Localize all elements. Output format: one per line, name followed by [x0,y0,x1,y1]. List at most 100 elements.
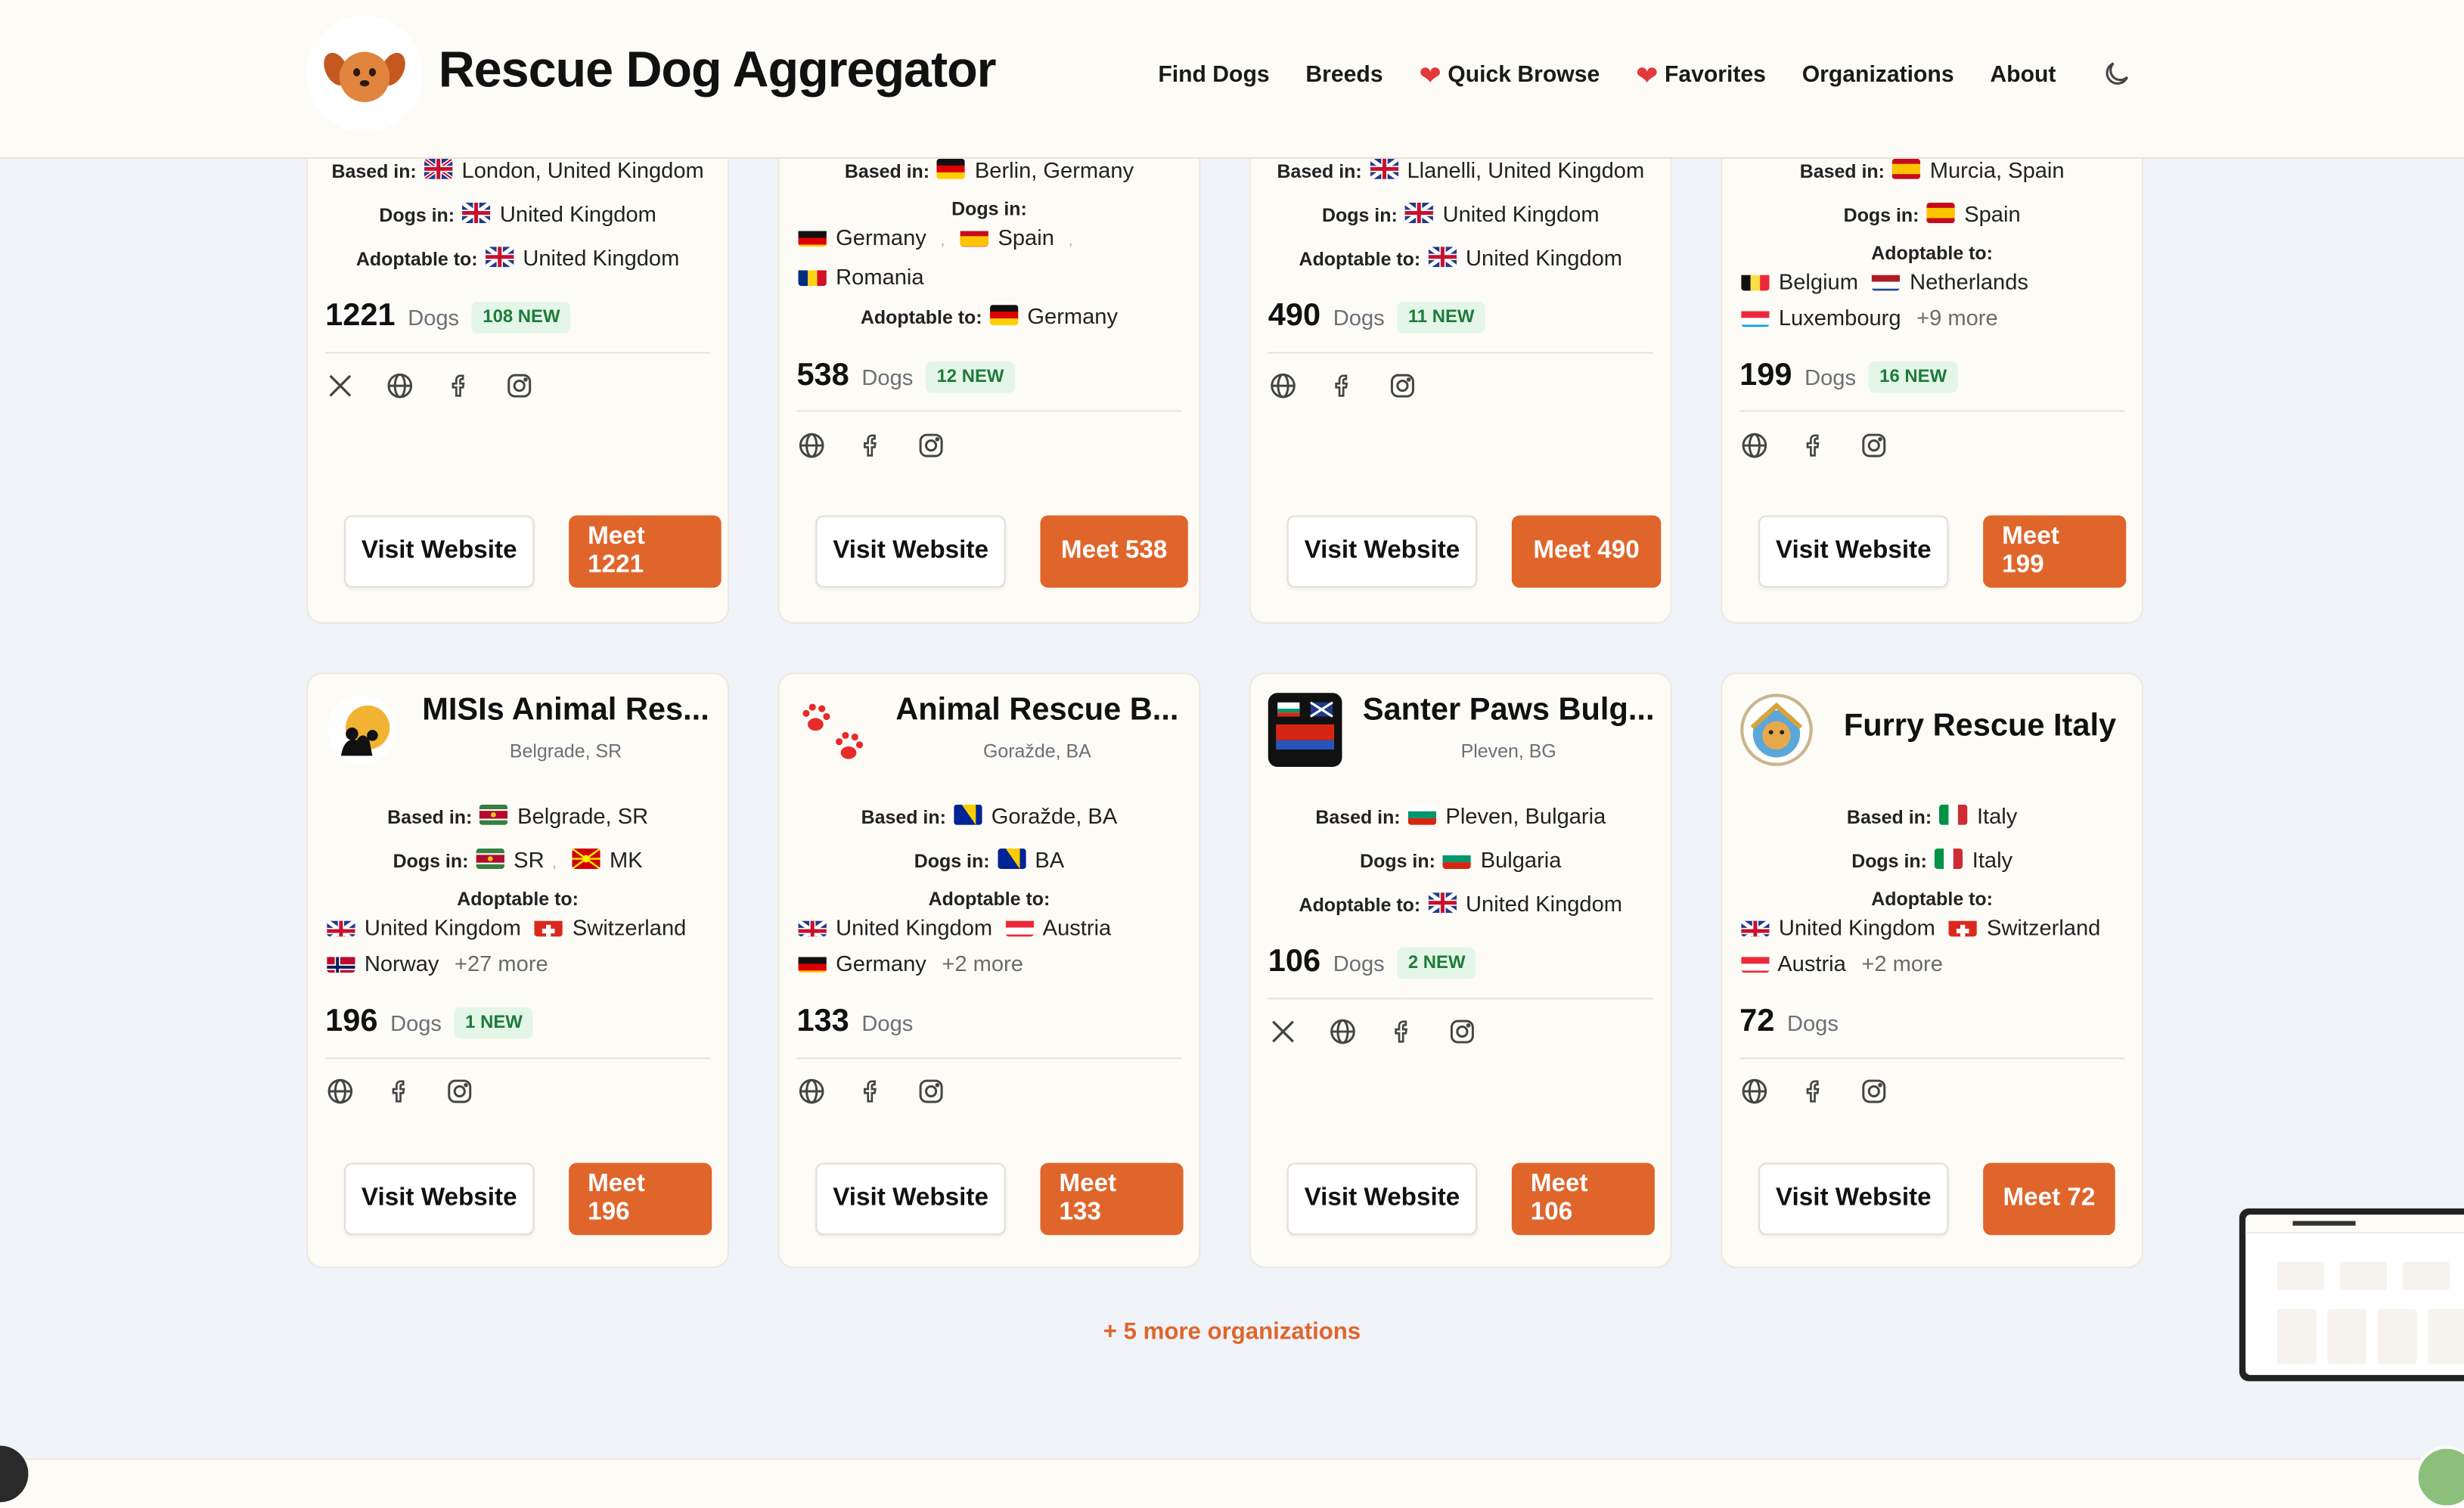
meet-dogs-button[interactable]: Meet 1221 [569,515,722,588]
more-organizations-link[interactable]: + 5 more organizations [0,1318,2464,1345]
meet-dogs-button[interactable]: Meet 490 [1511,515,1662,588]
footer [0,1458,2464,1508]
belgium-flag-icon [1741,270,1770,291]
new-badge: 12 NEW [925,360,1016,393]
visit-website-button[interactable]: Visit Website [1758,1162,1949,1236]
meet-dogs-button[interactable]: Meet 72 [1983,1162,2115,1236]
organization-name[interactable]: Santer Paws Bulg... [1351,693,1666,729]
globe-icon[interactable] [1268,371,1298,400]
instagram-icon[interactable] [504,371,534,400]
screen-preview-thumbnail[interactable] [2239,1208,2464,1382]
facebook-icon[interactable] [1328,371,1358,400]
visit-website-button[interactable]: Visit Website [344,1162,535,1236]
dogs-in: Dogs in: Italy [1851,846,2013,873]
meet-dogs-button[interactable]: Meet 199 [1983,515,2127,588]
facebook-icon[interactable] [856,430,886,460]
new-badge: 2 NEW [1397,946,1477,979]
bosnia-flag-icon [954,804,982,825]
dogs-in: Dogs in: United Kingdom [1322,200,1600,227]
organization-location: Goražde, BA [982,740,1091,762]
facebook-icon[interactable] [856,1076,886,1106]
adoptable-to-list: United Kingdom Switzerland Austria +2 mo… [1739,910,2132,982]
divider [796,1057,1182,1060]
meet-dogs-button[interactable]: Meet 133 [1040,1162,1184,1236]
social-links [1268,1016,1477,1046]
uk-flag-icon [1428,892,1457,914]
dog-count: 106 Dogs 2 NEW [1268,945,1477,981]
facebook-icon[interactable] [1388,1016,1417,1046]
instagram-icon[interactable] [1859,1076,1888,1106]
more-countries[interactable]: +2 more [942,951,1023,976]
germany-flag-icon [989,305,1019,326]
visit-website-button[interactable]: Visit Website [815,515,1006,588]
globe-icon[interactable] [1739,430,1769,460]
meet-dogs-button[interactable]: Meet 196 [569,1162,712,1236]
moon-icon[interactable] [2098,55,2136,93]
nav-quick-browse[interactable]: ❤ Quick Browse [1419,62,1600,88]
nav-find-dogs[interactable]: Find Dogs [1158,63,1269,88]
dogs-in: Dogs in: Bulgaria [1360,846,1562,873]
organization-logo [1268,693,1342,767]
organization-name[interactable]: MISIs Animal Res... [408,693,723,729]
facebook-icon[interactable] [385,1076,414,1106]
dogs-in: Dogs in: United Kingdom [379,200,656,227]
more-countries[interactable]: +9 more [1916,305,1998,330]
globe-icon[interactable] [796,1076,826,1106]
globe-icon[interactable] [1739,1076,1769,1106]
dog-face-icon[interactable] [306,15,423,132]
instagram-icon[interactable] [916,1076,945,1106]
adoptable-to: Adoptable to: United Kingdom [1299,245,1623,271]
facebook-icon[interactable] [1799,430,1829,460]
app-title[interactable]: Rescue Dog Aggregator [439,41,997,99]
instagram-icon[interactable] [445,1076,474,1106]
dog-count: 538 Dogs 12 NEW [796,358,1016,395]
visit-website-button[interactable]: Visit Website [1286,1162,1478,1236]
norway-flag-icon [327,952,355,973]
visit-website-button[interactable]: Visit Website [344,515,535,588]
visit-website-button[interactable]: Visit Website [1758,515,1949,588]
organization-logo [1739,693,1814,767]
organization-name[interactable]: Animal Rescue B... [880,693,1195,729]
social-links [325,1076,474,1106]
meet-dogs-button[interactable]: Meet 106 [1511,1162,1655,1236]
meet-dogs-button[interactable]: Meet 538 [1040,515,1188,588]
instagram-icon[interactable] [1448,1016,1477,1046]
uk-flag-icon [1428,247,1457,268]
facebook-icon[interactable] [1799,1076,1829,1106]
nav-favorites[interactable]: ❤ Favorites [1636,62,1766,88]
uk-flag-icon [462,203,491,224]
more-countries[interactable]: +27 more [455,951,548,976]
adoptable-to-list: United Kingdom Switzerland Norway +27 mo… [325,910,718,982]
organization-name[interactable]: Furry Rescue Italy [1823,709,2137,745]
visit-website-button[interactable]: Visit Website [1286,515,1478,588]
adoptable-to: Adoptable to: Germany [860,303,1119,329]
globe-icon[interactable] [796,430,826,460]
x-twitter-icon[interactable] [1268,1016,1298,1046]
globe-icon[interactable] [325,1076,355,1106]
dog-count: 133 Dogs [796,1004,914,1039]
globe-icon[interactable] [1328,1016,1358,1046]
new-badge: 108 NEW [471,300,572,333]
organization-card: MISIs Animal Res... Belgrade, SR Based i… [306,672,730,1268]
based-in: Based in: Llanelli, United Kingdom [1277,157,1645,183]
dog-count: 196 Dogs 1 NEW [325,1004,534,1041]
instagram-icon[interactable] [1859,430,1888,460]
visit-website-button[interactable]: Visit Website [815,1162,1006,1236]
dog-count: 490 Dogs 11 NEW [1268,299,1486,335]
instagram-icon[interactable] [916,430,945,460]
instagram-icon[interactable] [1388,371,1417,400]
based-in: Based in: London, United Kingdom [331,157,704,183]
adoptable-to-label: Adoptable to: [1871,241,1993,265]
x-twitter-icon[interactable] [325,371,355,400]
facebook-icon[interactable] [445,371,474,400]
spain-flag-icon [1926,203,1955,224]
spain-flag-icon [1892,158,1921,179]
more-countries[interactable]: +2 more [1861,951,1943,976]
globe-icon[interactable] [385,371,414,400]
nav-organizations[interactable]: Organizations [1802,63,1954,88]
nav-breeds[interactable]: Breeds [1305,63,1383,88]
based-in: Based in: Belgrade, SR [387,802,649,829]
nav-about[interactable]: About [1990,63,2056,88]
uk-flag-icon [1741,916,1770,937]
uk-flag-icon [424,158,453,179]
